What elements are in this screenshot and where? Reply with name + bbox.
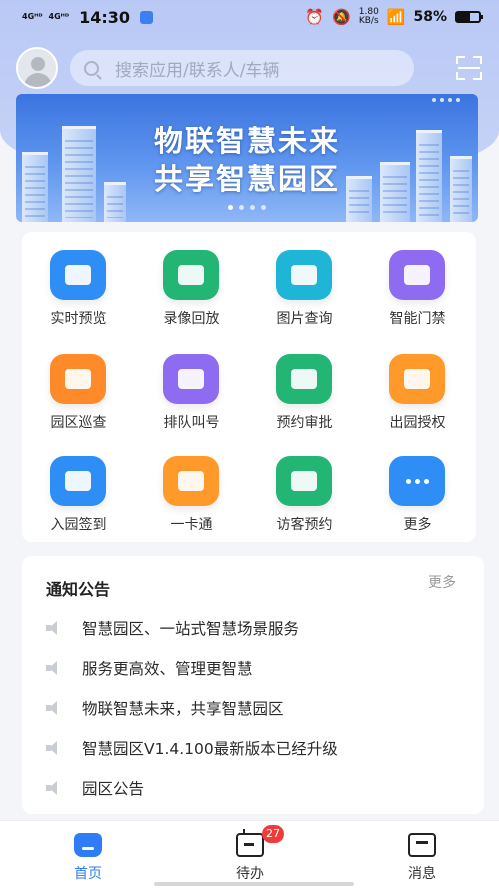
app-label: 排队叫号 bbox=[163, 415, 220, 431]
app-item[interactable]: 实时预览 bbox=[22, 232, 135, 332]
app-label: 更多 bbox=[403, 517, 432, 533]
app-item[interactable]: 出园授权 bbox=[361, 336, 474, 436]
header: 搜索应用/联系人/车辆 bbox=[16, 46, 486, 90]
app-item[interactable]: 智能门禁 bbox=[361, 232, 474, 332]
home-icon bbox=[74, 833, 102, 857]
search-icon bbox=[84, 60, 99, 76]
tab-todo[interactable]: 27 待办 bbox=[190, 825, 310, 883]
more-icon bbox=[389, 456, 445, 506]
app-item[interactable]: 预约审批 bbox=[248, 336, 361, 436]
app-label: 访客预约 bbox=[276, 517, 333, 533]
battery-percent: 58% bbox=[413, 9, 447, 25]
mute-icon: 🔕 bbox=[332, 8, 351, 26]
video-camera-icon bbox=[50, 250, 106, 300]
app-label: 入园签到 bbox=[50, 517, 107, 533]
app-item[interactable]: 更多 bbox=[361, 438, 474, 538]
patrol-icon bbox=[50, 354, 106, 404]
avatar[interactable] bbox=[16, 47, 58, 89]
speaker-icon bbox=[46, 781, 64, 795]
signal-1: 4Gᴴᴰ bbox=[22, 12, 43, 21]
status-time: 14:30 bbox=[79, 7, 130, 27]
message-icon bbox=[408, 833, 436, 857]
app-item[interactable]: 园区巡查 bbox=[22, 336, 135, 436]
notice-title: 通知公告 bbox=[46, 580, 111, 599]
search-placeholder: 搜索应用/联系人/车辆 bbox=[115, 60, 280, 81]
app-item[interactable]: 访客预约 bbox=[248, 438, 361, 538]
speaker-icon bbox=[46, 741, 64, 755]
image-icon bbox=[276, 250, 332, 300]
door-icon bbox=[389, 250, 445, 300]
app-grid: 实时预览 录像回放 图片查询 智能门禁园区巡查 排队叫号 预约审批 出园授权入园签到 一卡通 访… bbox=[22, 232, 476, 542]
sign-in-icon bbox=[50, 456, 106, 506]
search-input[interactable]: 搜索应用/联系人/车辆 bbox=[70, 50, 414, 86]
app-label: 预约审批 bbox=[276, 415, 333, 431]
tab-label: 消息 bbox=[408, 866, 436, 882]
notice-text: 园区公告 bbox=[82, 780, 145, 798]
tab-label: 首页 bbox=[74, 866, 102, 882]
app-label: 一卡通 bbox=[170, 517, 213, 533]
app-item[interactable]: 图片查询 bbox=[248, 232, 361, 332]
notice-item[interactable]: 智慧园区V1.4.100最新版本已经升级 bbox=[46, 736, 338, 760]
app-item[interactable]: 入园签到 bbox=[22, 438, 135, 538]
todo-count-badge: 27 bbox=[262, 825, 284, 843]
wifi-icon: 📶 bbox=[386, 8, 406, 26]
net-speed: 1.80 KB/s bbox=[358, 7, 379, 26]
banner-decoration bbox=[432, 98, 460, 102]
playback-icon bbox=[163, 250, 219, 300]
tab-label: 待办 bbox=[236, 866, 264, 882]
banner-title-2: 共享智慧园区 bbox=[153, 162, 340, 196]
bottom-tab-bar: 首页 27 待办 消息 bbox=[0, 820, 499, 888]
tab-message[interactable]: 消息 bbox=[362, 827, 482, 883]
banner[interactable]: 物联智慧未来 共享智慧园区 bbox=[16, 94, 478, 222]
notice-more-link[interactable]: 更多 bbox=[428, 572, 456, 592]
approval-icon bbox=[276, 354, 332, 404]
app-item[interactable]: 排队叫号 bbox=[135, 336, 248, 436]
notice-panel: 通知公告 更多 智慧园区、一站式智慧场景服务 服务更高效、管理更智慧物联智慧未来，… bbox=[22, 556, 484, 814]
notice-item[interactable]: 园区公告 bbox=[46, 776, 144, 800]
app-label: 实时预览 bbox=[50, 311, 107, 327]
app-label: 智能门禁 bbox=[389, 311, 446, 327]
authorize-icon bbox=[389, 354, 445, 404]
home-indicator bbox=[154, 882, 354, 886]
scan-icon[interactable] bbox=[456, 56, 482, 80]
card-icon bbox=[163, 456, 219, 506]
app-label: 出园授权 bbox=[389, 415, 446, 431]
notice-text: 智慧园区、一站式智慧场景服务 bbox=[82, 620, 300, 638]
todo-icon bbox=[236, 829, 264, 857]
app-label: 园区巡查 bbox=[50, 415, 107, 431]
banner-pager bbox=[16, 205, 478, 210]
notice-item[interactable]: 物联智慧未来，共享智慧园区 bbox=[46, 696, 284, 720]
speaker-icon bbox=[46, 661, 64, 675]
queue-icon bbox=[163, 354, 219, 404]
notice-text: 服务更高效、管理更智慧 bbox=[82, 660, 253, 678]
notice-text: 智慧园区V1.4.100最新版本已经升级 bbox=[82, 740, 338, 758]
alarm-icon: ⏰ bbox=[305, 8, 325, 26]
app-notification-icon bbox=[140, 10, 153, 24]
app-item[interactable]: 一卡通 bbox=[135, 438, 248, 538]
app-label: 图片查询 bbox=[276, 311, 333, 327]
notice-item[interactable]: 智慧园区、一站式智慧场景服务 bbox=[46, 616, 299, 640]
notice-item[interactable]: 服务更高效、管理更智慧 bbox=[46, 656, 253, 680]
signal-2: 4Gᴴᴰ bbox=[48, 12, 70, 21]
banner-title-1: 物联智慧未来 bbox=[153, 124, 340, 158]
speaker-icon bbox=[46, 701, 64, 715]
visitor-icon bbox=[276, 456, 332, 506]
status-bar: 4Gᴴᴰ 4Gᴴᴰ 14:30 ⏰ 🔕 1.80 KB/s 📶 58% bbox=[0, 0, 499, 34]
notice-text: 物联智慧未来，共享智慧园区 bbox=[82, 700, 284, 718]
app-item[interactable]: 录像回放 bbox=[135, 232, 248, 332]
battery-icon bbox=[455, 11, 483, 23]
speaker-icon bbox=[46, 621, 64, 635]
app-label: 录像回放 bbox=[163, 311, 220, 327]
tab-home[interactable]: 首页 bbox=[28, 827, 148, 883]
